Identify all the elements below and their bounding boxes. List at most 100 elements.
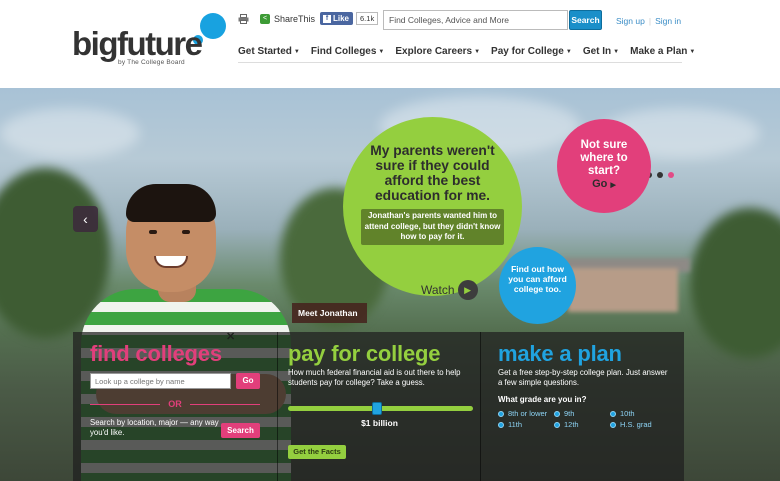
radio-button[interactable] [610,410,616,417]
caret-down-icon: ▼ [613,49,620,55]
grade-option[interactable]: H.S. grad [610,420,666,429]
caret-down-icon: ▼ [293,49,300,55]
play-icon: ▶ [457,280,478,300]
find-colleges-title[interactable]: find colleges [90,341,222,367]
radio-button[interactable] [498,421,504,428]
grade-options: 8th or lower 9th 10th 11th 12th H.S. gra… [498,409,673,429]
grade-question: What grade are you in? [498,395,587,404]
nav-label: Find Colleges [310,46,377,57]
nav-explore-careers[interactable]: Explore Careers ▼ [395,46,480,57]
background-house [568,268,678,312]
or-label: OR [168,399,182,409]
nav-label: Explore Careers [395,46,473,57]
logo-bubble-icon [200,13,226,39]
nav-divider [238,62,682,63]
auth-links: Sign up | Sign in [616,16,681,26]
slider-value: $1 billion [361,418,398,428]
make-a-plan-panel: make a plan Get a free step-by-step coll… [480,332,684,481]
watch-label: Watch [421,283,455,297]
college-name-input[interactable]: Look up a college by name [90,373,231,389]
feature-panels: find colleges Look up a college by name … [73,332,684,481]
share-icon: < [260,14,270,24]
pay-for-college-title[interactable]: pay for college [288,341,440,367]
grade-option[interactable]: 9th [554,409,610,418]
nav-label: Get Started [238,46,292,57]
facebook-like[interactable]: f Like 6.1k [320,12,379,25]
nav-get-started[interactable]: Get Started ▼ [238,46,300,57]
nav-label: Pay for College [491,46,564,57]
grade-label: 12th [564,420,579,429]
radio-button[interactable] [554,410,560,417]
person-eye [182,230,190,234]
background-cloud [0,108,140,158]
pay-for-college-panel: pay for college How much federal financi… [277,332,480,481]
find-colleges-description: Search by location, major — any way you'… [90,418,219,437]
main-nav: Get Started ▼ Find Colleges ▼ Explore Care… [238,46,695,57]
grade-label: 10th [620,409,635,418]
radio-button[interactable] [554,421,560,428]
make-a-plan-description: Get a free step-by-step college plan. Ju… [498,368,668,387]
grade-label: H.S. grad [620,420,652,429]
caret-down-icon: ▼ [378,49,385,55]
grade-option[interactable]: 8th or lower [498,409,554,418]
carousel-prev-button[interactable]: ‹ [73,206,98,232]
caret-down-icon: ▼ [689,49,696,55]
site-search-button[interactable]: Search [569,10,602,30]
caret-down-icon: ▼ [565,49,572,55]
logo-tagline: by The College Board [118,59,185,66]
caret-down-icon: ▼ [474,49,481,55]
grade-label: 9th [564,409,575,418]
nav-label: Make a Plan [630,46,688,57]
slider-handle[interactable] [371,402,382,415]
facebook-like-button[interactable]: f Like [320,12,354,25]
nav-pay-for-college[interactable]: Pay for College ▼ [491,46,572,57]
bigfuture-logo[interactable]: bigfuture by The College Board [72,13,232,72]
share-label: ShareThis [274,14,316,24]
get-started-text[interactable]: Not sure where to start? Go ▶ [565,139,643,192]
make-a-plan-title[interactable]: make a plan [498,341,622,367]
hero-carousel: ✕ ‹ Meet Jonathan My parents weren't sur… [0,88,780,481]
grade-option[interactable]: 11th [498,420,554,429]
get-the-facts-button[interactable]: Get the Facts [288,445,346,459]
afford-college-text[interactable]: Find out how you can afford college too. [503,264,572,294]
hero-quote-subtext: Jonathan's parents wanted him to attend … [361,209,504,245]
facebook-like-count: 6.1k [356,12,379,25]
grade-label: 8th or lower [508,409,548,418]
carousel-dot-active[interactable] [668,172,674,178]
nav-find-colleges[interactable]: Find Colleges ▼ [311,46,385,57]
nav-get-in[interactable]: Get In ▼ [583,46,619,57]
nav-label: Get In [582,46,612,57]
carousel-dot[interactable] [657,172,663,178]
radio-button[interactable] [498,410,504,417]
signin-link[interactable]: Sign in [655,16,681,26]
hero-quote: My parents weren't sure if they could af… [370,143,495,203]
get-started-question: Not sure where to start? [580,139,628,177]
find-colleges-panel: find colleges Look up a college by name … [73,332,277,481]
radio-button[interactable] [610,421,616,428]
auth-divider: | [648,16,652,26]
go-label: Go [592,178,608,190]
college-search-button[interactable]: Search [221,423,260,438]
facebook-icon: f [323,14,331,23]
logo-wordmark: bigfuture [72,25,203,62]
grade-label: 11th [508,420,523,429]
grade-option[interactable]: 12th [554,420,610,429]
chevron-right-icon: ▶ [610,182,616,189]
college-name-go-button[interactable]: Go [236,373,260,389]
facebook-like-label: Like [333,14,350,23]
site-header: bigfuture by The College Board < ShareTh… [0,0,780,88]
site-search-input[interactable]: Find Colleges, Advice and More [383,10,568,30]
pay-for-college-description: How much federal financial aid is out th… [288,368,461,387]
nav-make-a-plan[interactable]: Make a Plan ▼ [630,46,695,57]
or-divider: OR [90,399,260,409]
go-link[interactable]: Go ▶ [565,178,643,192]
person-hair [126,184,216,222]
grade-option[interactable]: 10th [610,409,666,418]
watch-video-button[interactable]: Watch ▶ [421,280,478,300]
share-this-button[interactable]: < ShareThis [260,14,315,24]
signup-link[interactable]: Sign up [616,16,645,26]
person-caption: Meet Jonathan [292,303,367,323]
background-tree [690,208,780,358]
person-eye [149,230,157,234]
print-icon[interactable] [238,14,249,24]
